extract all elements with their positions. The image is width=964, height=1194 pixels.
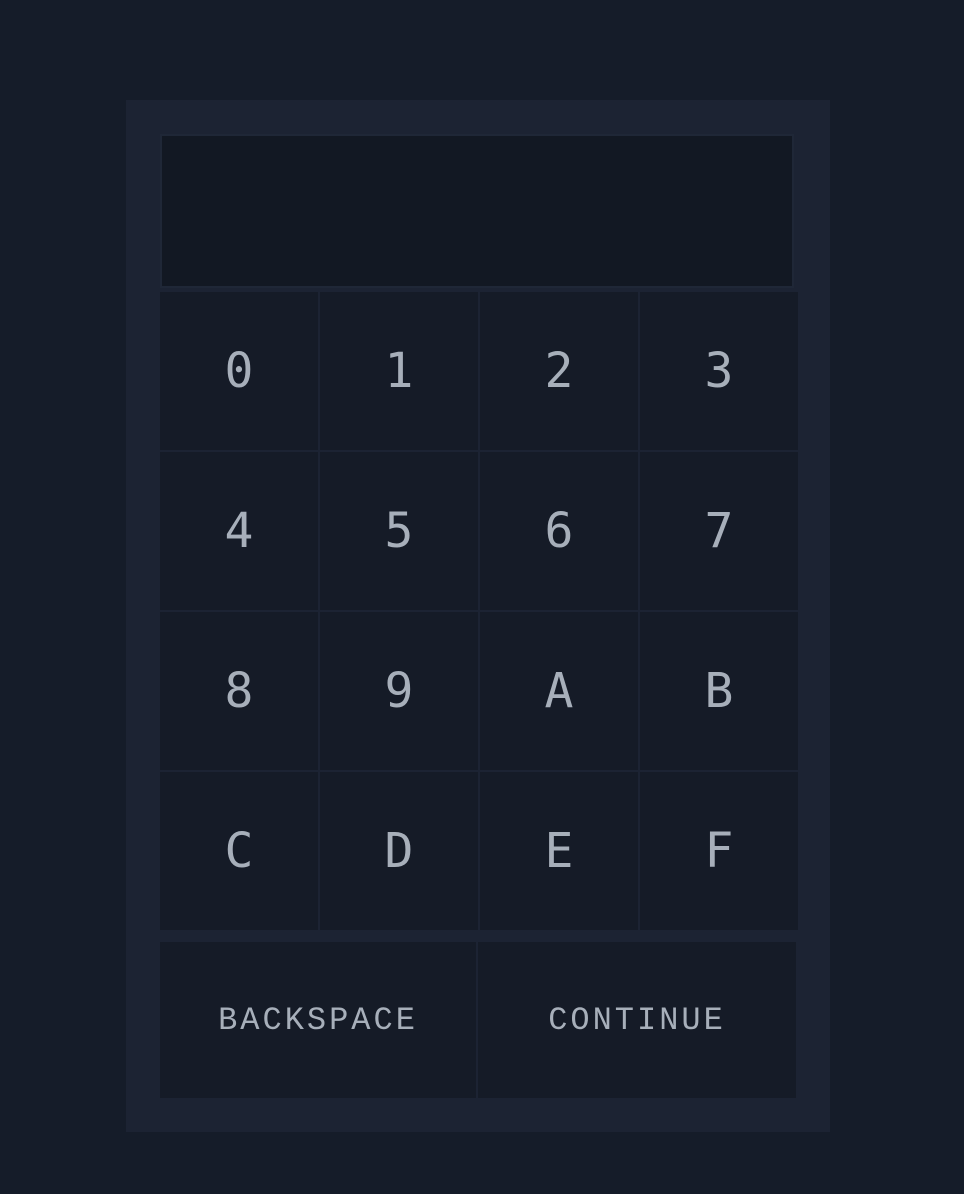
key-e[interactable]: E (480, 772, 638, 930)
key-6[interactable]: 6 (480, 452, 638, 610)
key-3[interactable]: 3 (640, 292, 798, 450)
key-b[interactable]: B (640, 612, 798, 770)
backspace-button[interactable]: BACKSPACE (160, 942, 476, 1098)
key-1[interactable]: 1 (320, 292, 478, 450)
key-8[interactable]: 8 (160, 612, 318, 770)
keypad-grid: 0 1 2 3 4 5 6 7 8 9 A B C D E F (160, 292, 798, 930)
key-a[interactable]: A (480, 612, 638, 770)
key-4[interactable]: 4 (160, 452, 318, 610)
key-7[interactable]: 7 (640, 452, 798, 610)
key-9[interactable]: 9 (320, 612, 478, 770)
input-display (160, 134, 794, 288)
key-f[interactable]: F (640, 772, 798, 930)
hex-keypad-panel: 0 1 2 3 4 5 6 7 8 9 A B C D E F BACKSPAC… (126, 100, 830, 1132)
key-0[interactable]: 0 (160, 292, 318, 450)
key-d[interactable]: D (320, 772, 478, 930)
key-2[interactable]: 2 (480, 292, 638, 450)
key-c[interactable]: C (160, 772, 318, 930)
action-row: BACKSPACE CONTINUE (160, 942, 796, 1098)
continue-button[interactable]: CONTINUE (478, 942, 796, 1098)
key-5[interactable]: 5 (320, 452, 478, 610)
